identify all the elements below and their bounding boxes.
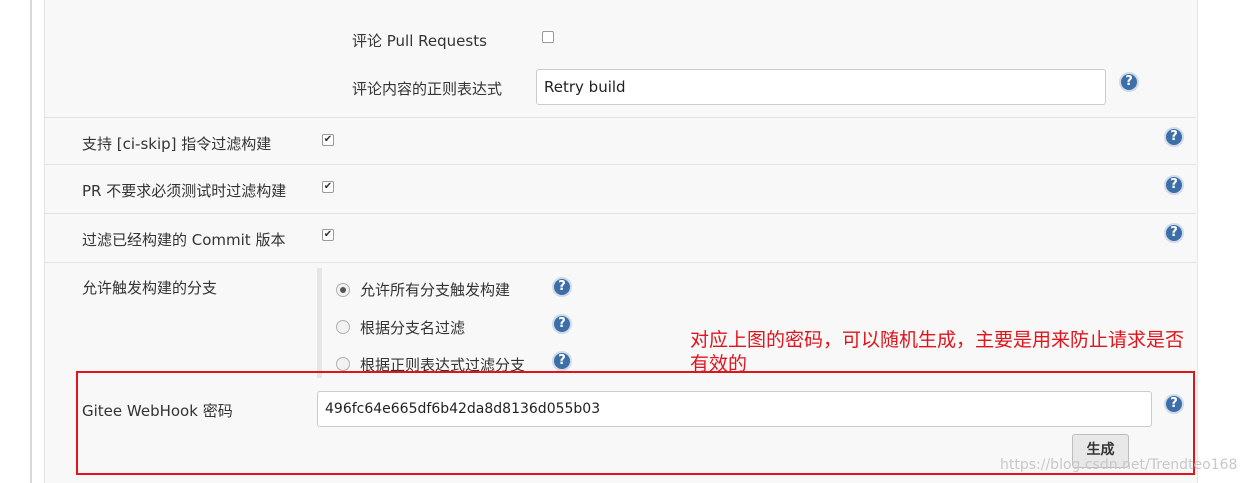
webhook-secret-label: Gitee WebHook 密码 <box>82 402 233 420</box>
help-icon[interactable]: ? <box>1164 223 1184 243</box>
radio-regex-filter[interactable] <box>336 357 350 371</box>
row-divider <box>44 117 1196 118</box>
branches-label: 允许触发构建的分支 <box>82 279 218 297</box>
help-icon[interactable]: ? <box>1119 72 1139 92</box>
watermark-text: https://blog.csdn.net/Trendteo168 <box>1000 457 1238 473</box>
left-rail <box>30 0 32 483</box>
comment-pr-label: 评论 Pull Requests <box>352 32 487 50</box>
help-icon[interactable]: ? <box>1164 394 1184 414</box>
help-icon[interactable]: ? <box>1164 175 1184 195</box>
annotation-line-1: 对应上图的密码，可以随机生成，主要是用来防止请求是否 <box>690 329 1185 351</box>
ci-skip-checkbox[interactable]: ✔ <box>322 134 334 146</box>
help-icon[interactable]: ? <box>1164 127 1184 147</box>
comment-pr-checkbox[interactable] <box>542 31 554 43</box>
annotation-note: 对应上图的密码，可以随机生成，主要是用来防止请求是否 有效的 <box>690 328 1240 376</box>
webhook-secret-value: 496fc64e665df6b42da8d8136d055b03 <box>325 401 601 417</box>
radio-branch-name-filter-label: 根据分支名过滤 <box>360 319 466 337</box>
pr-no-test-label: PR 不要求必须测试时过滤构建 <box>82 182 287 200</box>
filter-built-label: 过滤已经构建的 Commit 版本 <box>82 231 286 249</box>
comment-regex-label: 评论内容的正则表达式 <box>352 80 503 98</box>
help-icon[interactable]: ? <box>552 351 572 371</box>
comment-regex-input[interactable]: Retry build <box>536 69 1106 105</box>
radio-branch-name-filter[interactable] <box>336 320 350 334</box>
ci-skip-label: 支持 [ci-skip] 指令过滤构建 <box>82 135 272 153</box>
radio-all-branches-label: 允许所有分支触发构建 <box>360 281 511 299</box>
webhook-secret-input[interactable]: 496fc64e665df6b42da8d8136d055b03 <box>317 391 1152 427</box>
comment-regex-value: Retry build <box>544 78 626 96</box>
row-divider <box>44 213 1196 214</box>
filter-built-checkbox[interactable]: ✔ <box>322 229 334 241</box>
row-divider <box>44 164 1196 165</box>
radio-all-branches[interactable] <box>336 283 350 297</box>
help-icon[interactable]: ? <box>552 277 572 297</box>
pr-no-test-checkbox[interactable]: ✔ <box>322 181 334 193</box>
radio-group-bar <box>317 268 322 378</box>
page-margin <box>0 0 32 483</box>
help-icon[interactable]: ? <box>552 314 572 334</box>
row-divider <box>44 262 1196 263</box>
